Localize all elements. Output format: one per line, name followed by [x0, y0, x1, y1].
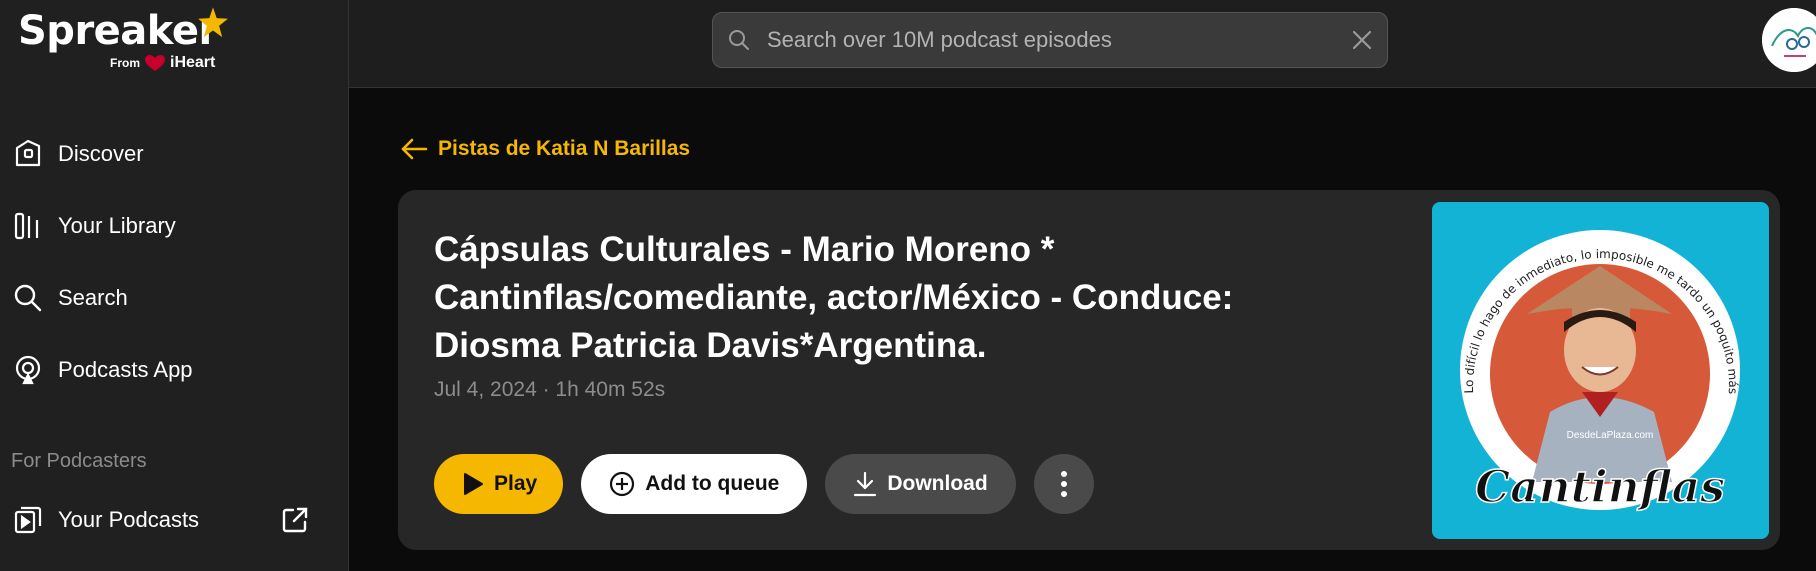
sidebar-item-label: Search [58, 285, 128, 310]
sidebar-item-discover[interactable]: Discover [12, 130, 332, 178]
back-link[interactable]: Pistas de Katia N Barillas [400, 137, 690, 161]
top-bar: Search over 10M podcast episodes [349, 0, 1816, 88]
logo-from: From [110, 56, 140, 70]
sidebar-item-search[interactable]: Search [12, 274, 332, 322]
cover-watermark: DesdeLaPlaza.com [1567, 430, 1654, 441]
episode-card: Cápsulas Culturales - Mario Moreno * Can… [398, 190, 1780, 550]
search-icon [729, 30, 749, 50]
sidebar-item-label: Your Library [58, 213, 176, 238]
star-icon [198, 7, 228, 38]
logo-text: Spreaker [18, 8, 218, 54]
clear-icon[interactable] [1351, 29, 1373, 51]
search-icon [14, 284, 42, 312]
sidebar-item-your-podcasts[interactable]: Your Podcasts [12, 496, 302, 544]
user-avatar[interactable] [1762, 8, 1816, 72]
play-button[interactable]: Play [434, 454, 564, 514]
sidebar-item-label: Podcasts App [58, 357, 193, 382]
episode-cover-art: Lo difícil lo hago de inmediato, lo impo… [1432, 202, 1769, 539]
add-to-queue-button[interactable]: Add to queue [581, 454, 808, 514]
search-input[interactable]: Search over 10M podcast episodes [767, 27, 1351, 53]
library-icon [14, 212, 39, 240]
sidebar: Spreaker From iHeart Discover Your Libra… [0, 0, 349, 571]
episode-actions: Play Add to queue Download [434, 454, 1094, 514]
more-vertical-icon [1060, 471, 1067, 497]
plus-circle-icon [610, 471, 635, 497]
your-podcasts-icon [14, 506, 42, 534]
logo-iheart: iHeart [170, 54, 216, 71]
search-bar[interactable]: Search over 10M podcast episodes [712, 12, 1388, 68]
download-label: Download [887, 472, 988, 495]
cover-illustration: Lo difícil lo hago de inmediato, lo impo… [1460, 230, 1740, 514]
cover-caption: Cantinflas [1475, 462, 1725, 513]
sidebar-item-label: Your Podcasts [58, 507, 200, 532]
avatar-image [1762, 8, 1816, 72]
podcasts-app-icon [15, 355, 41, 385]
arrow-left-icon [401, 138, 428, 160]
download-button[interactable]: Download [825, 454, 1016, 514]
episode-meta: Jul 4, 2024 · 1h 40m 52s [434, 378, 666, 401]
play-label: Play [494, 472, 538, 495]
episode-title: Cápsulas Culturales - Mario Moreno * Can… [434, 230, 1234, 365]
add-to-queue-label: Add to queue [645, 472, 780, 495]
sidebar-item-your-library[interactable]: Your Library [12, 202, 332, 250]
more-options-button[interactable] [1033, 454, 1094, 514]
discover-icon [15, 139, 41, 167]
download-icon [854, 471, 877, 497]
iheart-icon [145, 55, 165, 71]
external-link-icon[interactable] [280, 505, 310, 535]
sidebar-item-label: Discover [58, 141, 144, 166]
play-icon [464, 473, 483, 495]
sidebar-item-podcasts-app[interactable]: Podcasts App [12, 346, 332, 394]
spreaker-logo[interactable]: Spreaker From iHeart [18, 7, 228, 71]
section-label-for-podcasters: For Podcasters [11, 450, 147, 472]
logo-subline: From iHeart [110, 54, 215, 72]
back-link-label: Pistas de Katia N Barillas [438, 137, 691, 160]
